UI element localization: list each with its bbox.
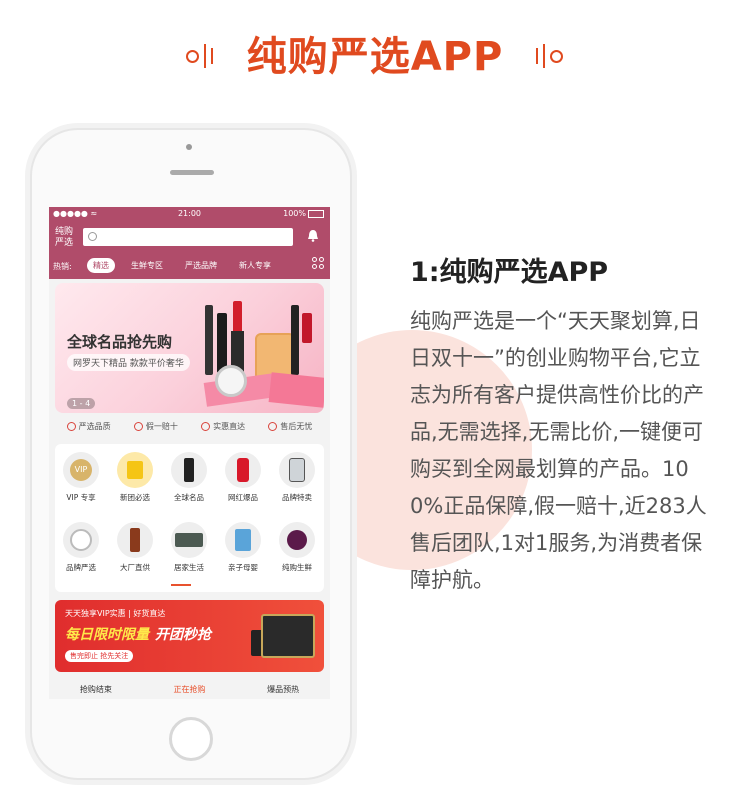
perfume-icon [171,452,207,488]
category-label: 居家生活 [174,563,204,572]
product-image [217,313,227,373]
right-decoration-icon [536,44,563,68]
category-fresh[interactable]: 纯购生鲜 [271,522,323,573]
category-grid: VIP VIP 专享 新团必选 全球名品 网红爆品 品牌特卖 品牌严选 大厂直供… [55,444,324,592]
category-brand-select[interactable]: 品牌严选 [55,522,107,573]
battery-label: 100% [283,209,306,218]
category-label: 新团必选 [120,493,150,502]
tab-brands[interactable]: 严选品牌 [179,258,223,273]
app-logo: 纯购严选 [55,227,74,248]
tab-ended[interactable]: 抢购结束 [80,684,112,695]
home-button[interactable] [169,717,213,761]
tab-newcomer[interactable]: 新人专享 [233,258,277,273]
cosmetic-image [261,614,315,658]
category-label: 大厂直供 [120,563,150,572]
speaker-icon [170,170,214,175]
product-image [205,305,213,375]
guarantee-icon [133,421,143,431]
product-image [291,305,299,375]
category-tabs: 精选 生鲜专区 严选品牌 新人专享 [87,258,277,273]
fruit-icon [279,522,315,558]
bag-icon [117,452,153,488]
tab-featured[interactable]: 精选 [87,258,115,273]
app-screen: ●●●●● ≈ 21:00 100% 纯购严选 热销: 精选 生鲜专区 严选品牌… [49,207,330,699]
feature-item: 严选品质 [66,421,111,432]
description-title: 1:纯购严选APP [410,257,609,288]
app-header: 纯购严选 热销: 精选 生鲜专区 严选品牌 新人专享 [49,221,330,279]
flash-sale-tabs: 抢购结束 正在抢购 爆品预热 [49,679,330,699]
description-body: 纯购严选是一个“天天聚划算,日日双十一”的创业购物平台,它立志为所有客户提供高性… [410,309,707,592]
feature-label: 假一赔十 [145,421,178,431]
category-label: 品牌严选 [66,563,96,572]
cup-icon [279,452,315,488]
description-panel: 1:纯购严选APP 纯购严选是一个“天天聚划算,日日双十一”的创业购物平台,它立… [410,250,730,599]
category-baby[interactable]: 亲子母婴 [217,522,269,573]
bell-icon[interactable] [307,229,319,242]
category-vip[interactable]: VIP VIP 专享 [55,452,107,503]
gift-box-image [268,372,324,408]
battery-icon [308,209,324,218]
appliance-icon [63,522,99,558]
category-label: 网红爆品 [228,493,258,502]
feature-strip: 严选品质 假一赔十 实惠直达 售后无忧 [55,418,324,434]
vip-icon: VIP [63,452,99,488]
phone-mockup: ●●●●● ≈ 21:00 100% 纯购严选 热销: 精选 生鲜专区 严选品牌… [30,128,352,780]
category-label: 全球名品 [174,493,204,502]
tab-fresh[interactable]: 生鲜专区 [125,258,169,273]
banner-subtitle: 网罗天下精品 款款平价奢华 [67,354,190,371]
serum-icon [117,522,153,558]
grid-menu-icon[interactable] [312,257,324,269]
category-new-group[interactable]: 新团必选 [109,452,161,503]
status-bar: ●●●●● ≈ 21:00 100% [49,207,330,221]
battery-indicator: 100% [283,209,324,218]
promo-tag: 售完即止 抢先关注 [65,650,134,662]
promo-headline-b: 开团秒抢 [155,627,211,643]
value-icon [201,421,211,431]
promo-headline: 每日限时限量 开团秒抢 [65,624,211,644]
promo-banner[interactable]: 天天独享VIP实惠 | 好货直达 每日限时限量 开团秒抢 售完即止 抢先关注 [55,600,324,672]
hot-label: 热销: [53,262,72,271]
search-icon [88,232,97,241]
page-title: 纯购严选APP [246,34,504,80]
bedding-icon [171,522,207,558]
watch-image [215,365,247,397]
promo-headline-a: 每日限时限量 [65,627,149,643]
category-label: 品牌特卖 [282,493,312,502]
service-icon [268,421,278,431]
lipstick-image [302,313,312,343]
hero-banner[interactable]: 全球名品抢先购 网罗天下精品 款款平价奢华 1 - 4 [55,283,324,413]
category-home[interactable]: 居家生活 [163,522,215,573]
feature-item: 实惠直达 [201,421,245,432]
banner-index: 1 - 4 [67,398,96,409]
tab-upcoming[interactable]: 爆品预热 [267,684,299,695]
category-label: 纯购生鲜 [282,563,312,572]
quality-icon [66,421,76,431]
category-brand-sale[interactable]: 品牌特卖 [271,452,323,503]
feature-item: 售后无忧 [268,421,312,432]
promo-line1: 天天独享VIP实惠 | 好货直达 [65,609,166,618]
camera-icon [186,144,192,150]
feature-label: 售后无忧 [280,421,313,431]
page-indicator [171,584,191,586]
category-label: 亲子母婴 [228,563,258,572]
page-header: 纯购严选APP [0,18,750,80]
search-input[interactable] [83,228,293,246]
bottle-icon [225,452,261,488]
category-factory[interactable]: 大厂直供 [109,522,161,573]
banner-title: 全球名品抢先购 [67,333,173,351]
feature-label: 严选品质 [78,421,111,431]
category-label: VIP 专享 [66,493,96,502]
lipstick-image [233,301,242,331]
tab-ongoing[interactable]: 正在抢购 [173,684,205,695]
feature-label: 实惠直达 [213,421,246,431]
category-global-brands[interactable]: 全球名品 [163,452,215,503]
feature-item: 假一赔十 [133,421,178,432]
milk-icon [225,522,261,558]
category-influencer[interactable]: 网红爆品 [217,452,269,503]
